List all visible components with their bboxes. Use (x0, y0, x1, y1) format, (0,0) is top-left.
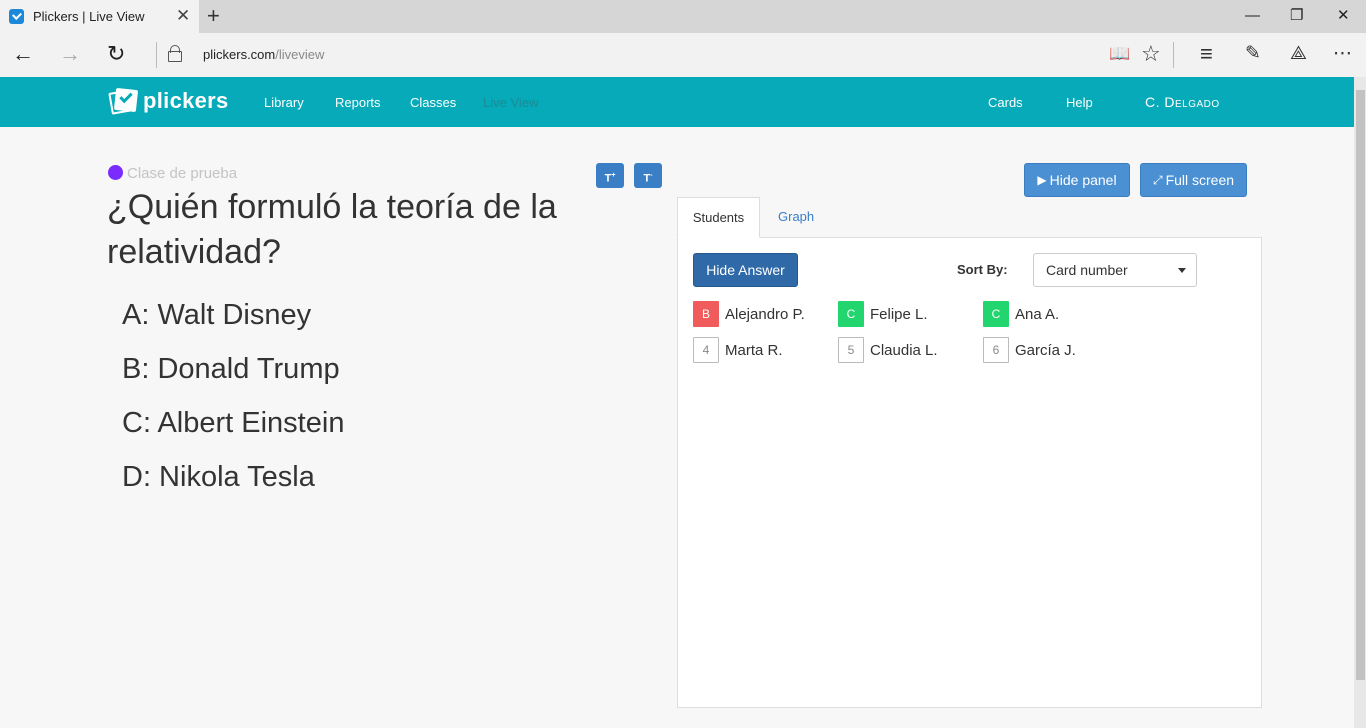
top-navigation: plickers Library Reports Classes Live Vi… (0, 77, 1354, 127)
tab-close-icon[interactable]: ✕ (176, 6, 190, 26)
logo-text[interactable]: plickers (143, 88, 229, 114)
sort-by-label: Sort By: (957, 262, 1008, 277)
plickers-logo-icon[interactable] (108, 87, 139, 115)
student-item[interactable]: 4 Marta R. (693, 337, 783, 363)
answer-badge: C (983, 301, 1009, 327)
nav-link-help[interactable]: Help (1066, 95, 1093, 110)
back-arrow-icon[interactable]: ← (12, 41, 34, 67)
student-name: Marta R. (725, 341, 783, 359)
share-icon[interactable]: ⟁ (1290, 43, 1307, 65)
more-icon[interactable]: ⋯ (1333, 43, 1352, 65)
minimize-icon[interactable]: — (1245, 6, 1260, 26)
answer-d: D: Nikola Tesla (122, 461, 315, 493)
nav-link-live-view[interactable]: Live View (483, 95, 538, 110)
hide-answer-button[interactable]: Hide Answer (693, 253, 798, 287)
student-item[interactable]: B Alejandro P. (693, 301, 805, 327)
restore-icon[interactable]: ❐ (1290, 6, 1303, 26)
answer-badge: B (693, 301, 719, 327)
decrease-text-size-button[interactable]: T- (634, 163, 662, 188)
browser-tab[interactable]: Plickers | Live View ✕ (0, 0, 199, 33)
nav-link-classes[interactable]: Classes (410, 95, 456, 110)
window-close-icon[interactable]: ✕ (1337, 6, 1350, 26)
url-host: plickers.com (203, 47, 276, 62)
decrease-text-mark: - (650, 172, 653, 179)
full-screen-button[interactable]: ⤢ Full screen (1140, 163, 1247, 197)
student-name: Alejandro P. (725, 305, 805, 323)
forward-arrow-icon[interactable]: → (59, 41, 81, 67)
web-note-icon[interactable]: ✎ (1245, 43, 1261, 65)
class-color-dot (108, 165, 123, 180)
student-item[interactable]: 6 García J. (983, 337, 1076, 363)
sort-by-select[interactable]: Card number (1033, 253, 1197, 287)
caret-down-icon (1178, 268, 1186, 273)
scrollbar-thumb[interactable] (1356, 90, 1365, 680)
new-tab-icon[interactable]: + (207, 4, 220, 28)
refresh-icon[interactable]: ↻ (107, 41, 125, 67)
toolbar-divider (1173, 42, 1174, 68)
tab-students[interactable]: Students (677, 197, 760, 238)
page-content: plickers Library Reports Classes Live Vi… (0, 77, 1354, 728)
student-name: Claudia L. (870, 341, 938, 359)
play-square-icon: ▶ (1037, 173, 1047, 187)
answer-b: B: Donald Trump (122, 353, 340, 385)
favorite-star-icon[interactable]: ☆ (1141, 43, 1161, 65)
card-number-badge: 6 (983, 337, 1009, 363)
student-item[interactable]: C Felipe L. (838, 301, 928, 327)
browser-address-bar: ← → ↻ plickers.com/liveview 📖 ☆ ≡ ✎ ⟁ ⋯ (0, 33, 1366, 77)
student-item[interactable]: C Ana A. (983, 301, 1059, 327)
card-number-badge: 4 (693, 337, 719, 363)
student-name: Ana A. (1015, 305, 1060, 323)
expand-icon: ⤢ (1152, 172, 1163, 187)
answer-a: A: Walt Disney (122, 299, 312, 331)
answer-badge: C (838, 301, 864, 327)
nav-link-library[interactable]: Library (264, 95, 304, 110)
tab-graph[interactable]: Graph (778, 209, 814, 224)
student-name: Felipe L. (870, 305, 928, 323)
class-name: Clase de prueba (127, 165, 238, 182)
url-path: /liveview (275, 47, 325, 62)
hub-icon[interactable]: ≡ (1200, 43, 1213, 65)
increase-text-mark: + (611, 172, 616, 179)
student-item[interactable]: 5 Claudia L. (838, 337, 938, 363)
user-menu[interactable]: C. Delgado (1145, 94, 1220, 110)
nav-link-cards[interactable]: Cards (988, 95, 1023, 110)
hide-panel-button[interactable]: ▶ Hide panel (1024, 163, 1130, 197)
reading-view-icon[interactable]: 📖 (1109, 43, 1130, 65)
toolbar-divider (156, 42, 157, 68)
question-text: ¿Quién formuló la teoría de la relativid… (107, 188, 557, 271)
nav-link-reports[interactable]: Reports (335, 95, 381, 110)
hide-panel-label: Hide panel (1049, 172, 1117, 188)
full-screen-label: Full screen (1165, 172, 1235, 188)
tab-title: Plickers | Live View (33, 9, 145, 24)
browser-tabbar: Plickers | Live View ✕ + — ❐ ✕ (0, 0, 1366, 33)
lock-icon (168, 45, 182, 62)
sort-by-value: Card number (1046, 262, 1128, 278)
card-number-badge: 5 (838, 337, 864, 363)
student-name: García J. (1015, 341, 1076, 359)
url-field[interactable]: plickers.com/liveview (203, 47, 324, 62)
plickers-favicon-icon (9, 9, 24, 24)
answer-c: C: Albert Einstein (122, 407, 345, 439)
